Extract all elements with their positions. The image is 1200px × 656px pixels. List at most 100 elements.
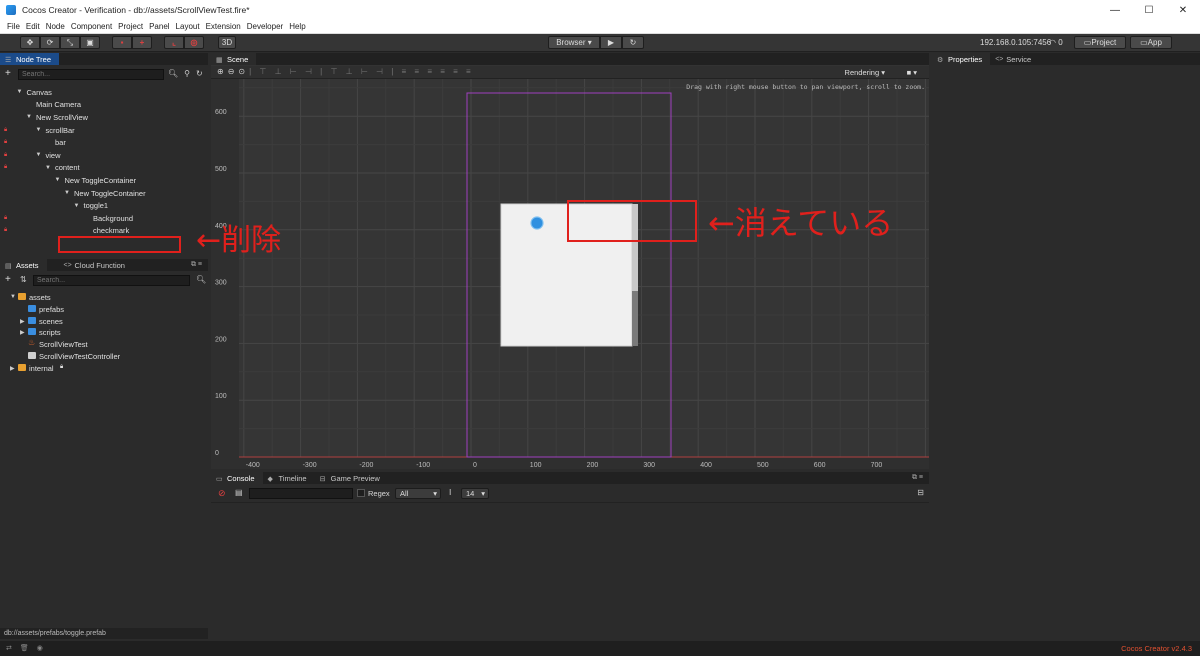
pivot-toggle-icon[interactable]: ▪ — [112, 36, 132, 49]
expand-arrow-icon[interactable]: ▼ — [64, 190, 70, 196]
collapse-icon[interactable]: ⊟ — [917, 488, 924, 497]
preview-platform-select[interactable]: Browser ▾ — [548, 36, 600, 49]
expand-arrow-icon[interactable]: ▼ — [26, 114, 32, 120]
lock-icon[interactable]: 🔒︎ — [4, 227, 7, 234]
scrollbar-thumb[interactable] — [632, 291, 638, 346]
pick-icon[interactable]: ⚲ — [184, 69, 190, 78]
rotate-tool-icon[interactable]: ⟳ — [40, 36, 60, 49]
lock-icon[interactable]: 🔒︎ — [4, 152, 7, 159]
tab-timeline[interactable]: ◆ Timeline — [263, 472, 315, 484]
gizmo-toggle-icon[interactable]: ◎ — [184, 36, 204, 49]
menu-help[interactable]: Help — [286, 22, 308, 31]
tree-node[interactable]: 🔒︎ ▼ scrollBar — [0, 124, 208, 137]
tree-node[interactable]: 🔒︎ bar — [0, 136, 208, 149]
open-project-button[interactable]: ▭ Project — [1074, 36, 1126, 49]
console-filter-input[interactable] — [249, 488, 353, 499]
menu-extension[interactable]: Extension — [203, 22, 244, 31]
asset-search-input[interactable] — [33, 275, 190, 286]
tab-cloud-function[interactable]: <> Cloud Function — [59, 259, 133, 271]
expand-arrow-icon[interactable]: ▼ — [36, 127, 42, 133]
expand-arrow-icon[interactable]: ▼ — [45, 165, 51, 171]
expand-arrow-icon[interactable]: ▶ — [20, 318, 25, 325]
menu-panel[interactable]: Panel — [146, 22, 172, 31]
eye-icon[interactable]: ◉ — [37, 644, 43, 652]
move-tool-icon[interactable]: ✥ — [20, 36, 40, 49]
refresh-icon[interactable]: ↻ — [622, 36, 644, 49]
trash-icon[interactable]: 🗑︎ — [20, 644, 29, 652]
asset-item[interactable]: ▼ assets — [0, 292, 208, 304]
asset-item[interactable]: prefabs — [0, 304, 208, 316]
expand-arrow-icon[interactable]: ▼ — [10, 294, 16, 300]
menu-node[interactable]: Node — [43, 22, 68, 31]
panel-menu-icon[interactable]: ⧉ ≡ — [191, 261, 202, 269]
search-icon[interactable]: 🔍︎ — [168, 69, 178, 78]
expand-arrow-icon[interactable]: ▼ — [55, 177, 61, 183]
minimize-button[interactable]: — — [1098, 0, 1132, 20]
3d-toggle-button[interactable]: 3D — [218, 36, 236, 49]
maximize-button[interactable]: ☐ — [1132, 0, 1166, 20]
asset-item[interactable]: ▶ internal 🔒︎ — [0, 363, 208, 375]
menu-component[interactable]: Component — [68, 22, 115, 31]
refresh-icon[interactable]: ↻ — [196, 69, 203, 78]
add-asset-icon[interactable]: + — [5, 274, 11, 285]
scale-tool-icon[interactable]: ⤡ — [60, 36, 80, 49]
tree-node[interactable]: Main Camera — [0, 99, 208, 112]
expand-arrow-icon[interactable]: ▼ — [74, 203, 80, 209]
rect-tool-icon[interactable]: ▣ — [80, 36, 100, 49]
rendering-select[interactable]: Rendering ▾ — [845, 68, 885, 77]
tab-assets[interactable]: ▤ Assets — [0, 259, 47, 271]
menu-layout[interactable]: Layout — [173, 22, 203, 31]
toggle-background[interactable] — [530, 216, 544, 230]
tree-node[interactable]: ▼ New ToggleContainer — [0, 174, 208, 187]
open-app-button[interactable]: ▭ App — [1130, 36, 1172, 49]
sort-icon[interactable]: ⇅ — [20, 275, 27, 284]
lock-icon[interactable]: 🔒︎ — [4, 164, 7, 171]
expand-arrow-icon[interactable]: ▶ — [20, 329, 25, 336]
asset-item[interactable]: ▶ scenes — [0, 316, 208, 328]
regex-checkbox[interactable] — [357, 489, 365, 497]
menu-developer[interactable]: Developer — [244, 22, 286, 31]
tab-properties[interactable]: ⚙ Properties — [932, 53, 991, 65]
menu-edit[interactable]: Edit — [23, 22, 43, 31]
log-level-select[interactable]: All ▾ — [395, 488, 441, 499]
camera-icon[interactable]: ■ ▾ — [907, 68, 917, 77]
tree-node[interactable]: ▼ New ToggleContainer — [0, 187, 208, 200]
asset-item[interactable]: ScrollViewTestController — [0, 351, 208, 363]
asset-item[interactable]: ♨ ScrollViewTest — [0, 338, 208, 351]
tab-node-tree[interactable]: ☰ Node Tree — [0, 53, 60, 65]
snap-toggle-icon[interactable]: ⌞ — [164, 36, 184, 49]
tree-node[interactable]: 🔒︎ ▼ content — [0, 162, 208, 175]
zoom-out-icon[interactable]: ⊖ — [228, 67, 235, 76]
tree-node[interactable]: 🔒︎ ▼ view — [0, 149, 208, 162]
expand-arrow-icon[interactable]: ▶ — [10, 365, 15, 372]
scene-viewport[interactable]: 600 500 400 300 200 100 0 -400 -300 -200 -100 0 100 2… — [211, 79, 929, 469]
node-search-input[interactable] — [18, 69, 164, 80]
tab-console[interactable]: ▭ Console — [211, 472, 263, 484]
font-size-select[interactable]: 14 ▾ — [461, 488, 489, 499]
zoom-in-icon[interactable]: ⊕ — [217, 67, 224, 76]
lock-icon[interactable]: 🔒︎ — [4, 139, 7, 146]
open-log-icon[interactable]: ▤ — [235, 488, 243, 497]
menu-file[interactable]: File — [4, 22, 23, 31]
tab-scene[interactable]: ▦ Scene — [211, 53, 257, 65]
tab-game-preview[interactable]: ⊟ Game Preview — [315, 472, 388, 484]
zoom-reset-icon[interactable]: ⊙ — [238, 67, 245, 76]
lock-icon[interactable]: 🔒︎ — [4, 127, 7, 134]
clear-console-icon[interactable]: ⊘ — [218, 488, 226, 499]
tree-node[interactable]: ▼ Canvas — [0, 86, 208, 99]
close-button[interactable]: ✕ — [1166, 0, 1200, 20]
local-toggle-icon[interactable]: + — [132, 36, 152, 49]
expand-arrow-icon[interactable]: ▼ — [17, 89, 23, 95]
tree-node[interactable]: ▼ toggle1 — [0, 199, 208, 212]
play-icon[interactable]: ▶ — [600, 36, 622, 49]
add-node-icon[interactable]: + — [5, 68, 11, 79]
expand-arrow-icon[interactable]: ▼ — [36, 152, 42, 158]
sync-icon[interactable]: ⇄ — [6, 644, 12, 652]
tree-node[interactable]: ▼ New ScrollView — [0, 111, 208, 124]
tree-node[interactable]: 🔒︎ Background — [0, 212, 208, 225]
panel-menu-icon[interactable]: ⧉ ≡ — [912, 474, 923, 482]
search-icon[interactable]: 🔍︎ — [196, 275, 206, 284]
lock-icon[interactable]: 🔒︎ — [4, 215, 7, 222]
console-log-area[interactable] — [211, 502, 929, 639]
menu-project[interactable]: Project — [115, 22, 146, 31]
